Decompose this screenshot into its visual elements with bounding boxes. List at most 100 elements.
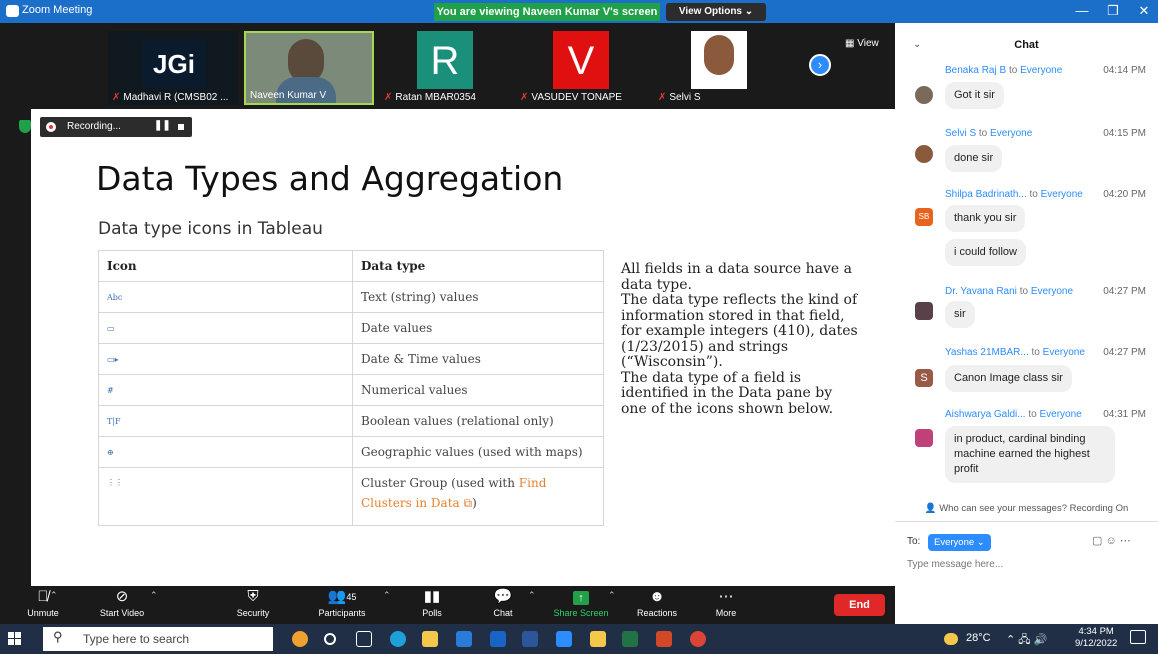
security-button[interactable]: ⛨ Security [228,586,278,624]
message-time: 04:27 PM [1103,347,1146,358]
unmute-button[interactable]: 🎙̸ Unmute [18,586,68,624]
participant-name: Madhavi R (CMSB02 ... [123,92,229,103]
system-tray-icons[interactable]: ⌃ 🖧 🔊 [1006,631,1047,650]
more-icon[interactable]: ⋯ [1120,535,1131,547]
restore-button[interactable]: ❐ [1102,3,1124,19]
participant-initial: R [430,39,460,83]
table-row: ▭ Date values [98,312,604,344]
notifications-icon[interactable] [1130,630,1146,644]
more-button[interactable]: ⋯ More [706,586,746,624]
task-view-icon[interactable] [356,631,372,647]
recipient-dropdown[interactable]: Everyone ⌄ [928,534,991,551]
avatar [915,429,933,447]
column-header: Icon [98,250,353,282]
message-visibility-notice[interactable]: 👤 Who can see your messages? Recording O… [895,503,1158,514]
minimize-button[interactable]: — [1071,3,1093,18]
participant-tile[interactable]: ✗ Selvi S [654,31,784,105]
share-caret-icon[interactable]: ⌃ [608,590,616,601]
temperature[interactable]: 28°C [966,632,991,644]
windows-start-icon[interactable] [8,632,22,646]
audio-options-caret-icon[interactable]: ⌃ [50,590,58,601]
table-row: Abc Text (string) values [98,281,604,313]
file-icon[interactable]: ▢ [1092,535,1102,547]
mic-muted-icon: ✗ [384,92,393,103]
message-time: 04:27 PM [1103,286,1146,297]
meeting-controls: 🎙̸ Unmute ⌃ ⊘ Start Video ⌃ ⛨ Security 👥45 P… [0,586,895,624]
recording-label: Recording... [67,121,121,132]
powerpoint-icon[interactable] [656,631,672,647]
chat-message: thank you sir [945,205,1026,232]
participant-tile[interactable]: R ✗ Ratan MBAR0354 [380,31,510,105]
type-description: Date & Time values [352,343,604,375]
avatar: S [915,369,933,387]
chat-button[interactable]: 💬 Chat [483,586,523,624]
chat-caret-icon[interactable]: ⌃ [528,590,536,601]
participants-button[interactable]: 👥45 Participants [310,586,374,624]
type-description: Text (string) values [352,281,604,313]
chat-message: in product, cardinal binding machine ear… [945,426,1115,483]
emoji-icon: ☻ [649,588,665,605]
participant-name: Naveen Kumar V [250,90,327,101]
people-icon: 👤 [924,503,940,514]
participant-name: Ratan MBAR0354 [395,92,476,103]
taskbar-clock[interactable]: 4:34 PM 9/12/2022 [1075,626,1117,650]
share-arrow-icon: ↑ [573,591,589,605]
slide-description: All fields in a data source have a data … [621,261,861,417]
weather-icon[interactable] [944,633,958,645]
message-header: Yashas 21MBAR... to Everyone [945,347,1085,358]
next-page-arrow-icon[interactable]: › [809,54,831,76]
data-type-table: Icon Data type Abc Text (string) values ▭… [98,250,604,526]
stop-recording-button[interactable] [178,124,184,130]
cortana-decor-icon[interactable] [292,631,308,647]
viewing-banner: You are viewing Naveen Kumar V's screen [434,3,660,21]
close-button[interactable]: ✕ [1133,3,1155,19]
participant-tile[interactable]: JGi ✗ Madhavi R (CMSB02 ... [108,31,238,105]
outlook-icon[interactable] [490,631,506,647]
chat-bubble-icon: 💬 [493,588,513,605]
message-header: Shilpa Badrinath... to Everyone [945,189,1083,200]
video-options-caret-icon[interactable]: ⌃ [150,590,158,601]
taskbar-search-input[interactable]: Type here to search [43,627,273,651]
datetime-type-icon: ▭▸ [98,343,353,375]
view-options-button[interactable]: View Options ⌄ [666,3,766,21]
external-link-icon: ⧉ [459,496,473,510]
cluster-group-icon: ⋮⋮ [98,467,353,526]
message-header: Benaka Raj B to Everyone [945,65,1063,76]
reactions-button[interactable]: ☻ Reactions [632,586,682,624]
sticky-notes-icon[interactable] [590,631,606,647]
excel-icon[interactable] [622,631,638,647]
mic-muted-icon: ✗ [520,92,529,103]
search-icon: ⚲ [53,629,63,644]
recording-indicator: Recording... ❚❚ [40,117,192,137]
participant-tile-active-speaker[interactable]: Naveen Kumar V [244,31,374,105]
type-description: Geographic values (used with maps) [352,436,604,468]
word-icon[interactable] [522,631,538,647]
message-time: 04:14 PM [1103,65,1146,76]
mail-icon[interactable] [456,631,472,647]
start-video-button[interactable]: ⊘ Start Video [88,586,156,624]
cortana-icon[interactable] [324,633,336,645]
share-screen-button[interactable]: ↑ Share Screen [548,586,614,624]
video-gallery-strip: JGi ✗ Madhavi R (CMSB02 ... Naveen Kumar … [0,23,895,109]
participant-count: 45 [346,592,357,602]
chrome-icon[interactable] [690,631,706,647]
view-button[interactable]: ▦ View [845,38,879,49]
file-explorer-icon[interactable] [422,631,438,647]
participant-tile[interactable]: V ✗ VASUDEV TONAPE [516,31,646,105]
grid-icon: ▦ [845,38,858,49]
pause-recording-button[interactable]: ❚❚ [154,120,171,131]
participants-caret-icon[interactable]: ⌃ [383,590,391,601]
participant-photo [704,35,734,75]
edge-icon[interactable] [390,631,406,647]
end-meeting-button[interactable]: End [834,594,885,616]
avatar [915,145,933,163]
more-dots-icon: ⋯ [718,588,734,605]
description-line: The data type reflects the kind of infor… [621,292,858,370]
emoji-icon[interactable]: ☺ [1105,535,1116,547]
divider [895,521,1158,522]
chat-message-input[interactable]: Type message here... [907,559,1003,570]
polls-button[interactable]: ▮▮ Polls [412,586,452,624]
zoom-icon[interactable] [556,631,572,647]
boolean-type-icon: T|F [98,405,353,437]
video-off-icon: ⊘ [115,588,129,605]
